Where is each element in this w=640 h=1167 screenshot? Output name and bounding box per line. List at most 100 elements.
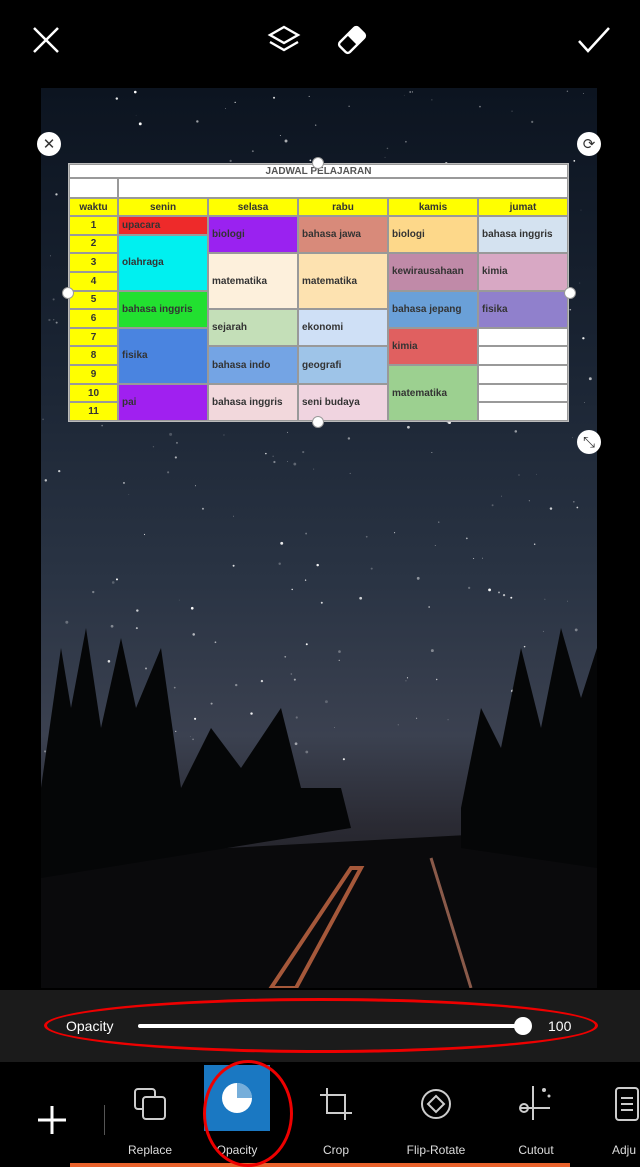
subject-cell: kimia bbox=[478, 253, 568, 291]
star bbox=[473, 557, 475, 560]
close-icon[interactable] bbox=[28, 22, 64, 58]
subject-cell bbox=[478, 327, 568, 347]
subject-cell: kewirausahaan bbox=[388, 253, 478, 291]
star bbox=[44, 479, 48, 482]
star bbox=[309, 159, 312, 162]
tool-label: Replace bbox=[127, 1143, 173, 1157]
top-bar bbox=[0, 0, 640, 88]
period-number: 1 bbox=[69, 216, 118, 235]
resize-handle-bottom[interactable] bbox=[312, 416, 324, 428]
star bbox=[384, 156, 386, 158]
subject-cell bbox=[478, 383, 568, 403]
star bbox=[405, 680, 407, 682]
subject-cell bbox=[478, 402, 568, 421]
star bbox=[107, 660, 111, 663]
flip-rotate-icon bbox=[416, 1084, 456, 1124]
plus-icon[interactable] bbox=[32, 1100, 72, 1140]
blank-cell bbox=[69, 178, 118, 198]
star bbox=[135, 627, 138, 630]
star bbox=[196, 120, 199, 123]
layers-icon[interactable] bbox=[266, 22, 302, 58]
tool-crop[interactable]: Crop bbox=[291, 1062, 381, 1167]
star bbox=[138, 122, 142, 126]
highlight-annotation bbox=[203, 1060, 293, 1167]
star bbox=[232, 564, 235, 567]
period-number: 8 bbox=[69, 346, 118, 366]
subject-cell: seni budaya bbox=[298, 383, 388, 421]
rotate-sticker-button[interactable]: ⟳ bbox=[577, 132, 601, 156]
star bbox=[434, 545, 436, 546]
active-underline bbox=[70, 1163, 570, 1167]
star bbox=[250, 712, 253, 715]
star bbox=[338, 659, 340, 661]
subject-cell: matematika bbox=[388, 365, 478, 421]
schedule-sticker[interactable]: JADWAL PELAJARAN waktu senin selasa rabu kam… bbox=[68, 163, 569, 422]
resize-handle-top[interactable] bbox=[312, 157, 324, 169]
resize-sticker-button[interactable]: ⤡ bbox=[577, 430, 601, 454]
tool-label: Crop bbox=[322, 1143, 349, 1157]
tool-flip-rotate[interactable]: Flip-Rotate bbox=[391, 1062, 481, 1167]
star bbox=[438, 521, 440, 523]
star bbox=[272, 455, 274, 457]
star bbox=[582, 337, 585, 340]
star bbox=[136, 609, 139, 612]
period-number: 5 bbox=[69, 290, 118, 310]
star bbox=[416, 576, 420, 580]
star bbox=[567, 600, 568, 602]
check-icon[interactable] bbox=[574, 22, 614, 58]
adjust-icon bbox=[612, 1084, 640, 1124]
column-header: waktu bbox=[69, 198, 118, 216]
star bbox=[229, 159, 232, 162]
period-number: 6 bbox=[69, 309, 118, 328]
star bbox=[542, 630, 544, 632]
star bbox=[370, 567, 373, 570]
star bbox=[528, 500, 530, 502]
star bbox=[569, 308, 572, 311]
crop-icon bbox=[318, 1086, 354, 1122]
star bbox=[576, 506, 579, 509]
star bbox=[491, 504, 494, 507]
star bbox=[223, 434, 225, 436]
star bbox=[324, 700, 328, 704]
star bbox=[320, 601, 323, 604]
star bbox=[189, 736, 191, 737]
tool-adju[interactable]: Adju bbox=[612, 1062, 640, 1167]
star bbox=[279, 134, 281, 136]
period-number: 3 bbox=[69, 253, 118, 272]
subject-cell: geografi bbox=[298, 346, 388, 384]
star bbox=[101, 424, 103, 427]
star bbox=[58, 469, 61, 473]
star bbox=[572, 437, 573, 439]
star bbox=[394, 532, 396, 534]
remove-sticker-button[interactable]: ✕ bbox=[37, 132, 61, 156]
subject-cell: sejarah bbox=[208, 309, 298, 347]
subject-cell: olahraga bbox=[118, 234, 208, 291]
period-number: 10 bbox=[69, 383, 118, 403]
star bbox=[347, 437, 351, 440]
resize-handle-right[interactable] bbox=[564, 287, 576, 299]
resize-handle-left[interactable] bbox=[62, 287, 74, 299]
star bbox=[446, 422, 448, 424]
column-header: senin bbox=[118, 198, 208, 216]
subject-cell: fisika bbox=[118, 327, 208, 384]
star bbox=[284, 139, 288, 143]
star bbox=[65, 620, 69, 624]
star bbox=[365, 535, 368, 538]
tool-replace[interactable]: Replace bbox=[105, 1062, 195, 1167]
star bbox=[518, 474, 520, 476]
star bbox=[588, 377, 592, 381]
star bbox=[313, 468, 315, 470]
star bbox=[304, 579, 307, 581]
subject-cell: matematika bbox=[298, 253, 388, 310]
column-header: selasa bbox=[208, 198, 298, 216]
star bbox=[447, 719, 449, 721]
star bbox=[234, 101, 236, 103]
tool-cutout[interactable]: Cutout bbox=[491, 1062, 581, 1167]
star bbox=[305, 643, 308, 646]
star bbox=[175, 730, 177, 732]
star bbox=[115, 97, 119, 100]
star bbox=[115, 578, 118, 581]
star bbox=[123, 481, 125, 484]
star bbox=[481, 557, 483, 559]
eraser-icon[interactable] bbox=[334, 22, 370, 58]
